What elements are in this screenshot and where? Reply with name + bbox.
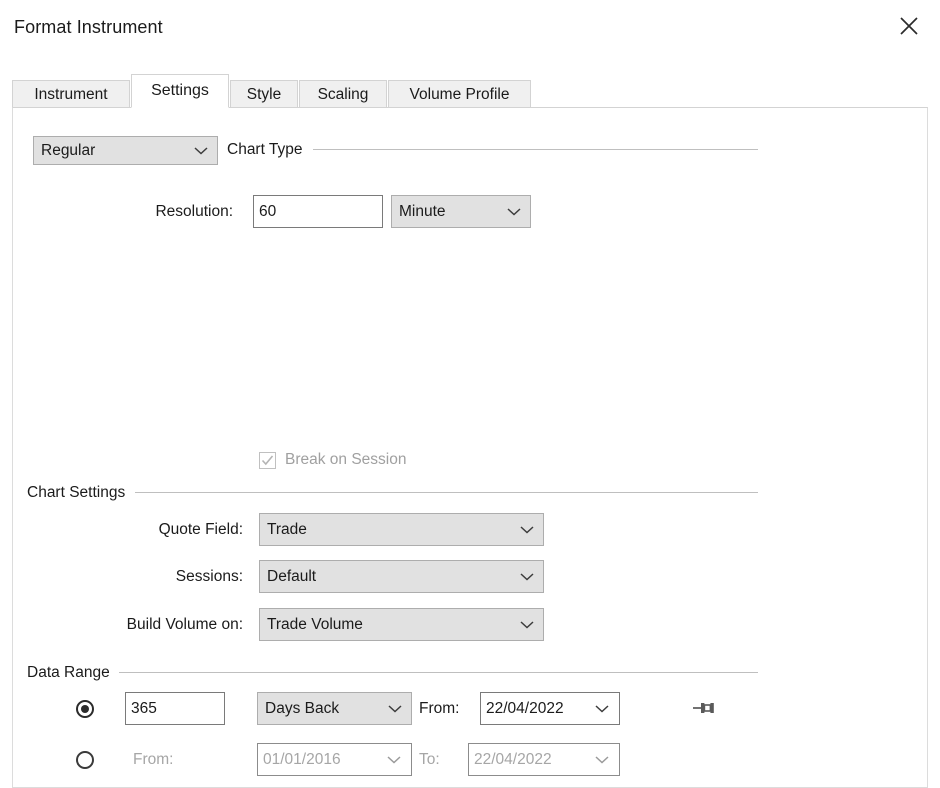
quote-field-label: Quote Field: — [63, 521, 243, 539]
chart-settings-group-label: Chart Settings — [27, 484, 132, 502]
tab-settings[interactable]: Settings — [131, 74, 229, 108]
settings-tab-panel: Chart Type Regular Resolution: 60 Minute… — [12, 107, 928, 788]
row2-to-date-value: 22/04/2022 — [474, 751, 552, 769]
data-range-group-line — [119, 672, 758, 673]
chart-settings-group-line — [135, 492, 758, 493]
sessions-label: Sessions: — [63, 568, 243, 586]
resolution-unit-select[interactable]: Minute — [391, 195, 531, 228]
resolution-value: 60 — [259, 203, 276, 221]
row2-to-date-select[interactable]: 22/04/2022 — [468, 743, 620, 776]
chevron-down-icon — [595, 755, 609, 764]
quote-field-value: Trade — [267, 521, 307, 539]
build-volume-on-value: Trade Volume — [267, 616, 363, 634]
data-range-date-range-radio[interactable] — [76, 751, 94, 769]
close-button[interactable] — [878, 0, 940, 52]
resolution-label: Resolution: — [63, 203, 233, 221]
days-back-input[interactable]: 365 — [125, 692, 225, 725]
resolution-unit-value: Minute — [399, 203, 446, 221]
tab-instrument[interactable]: Instrument — [12, 80, 130, 108]
check-icon — [261, 454, 274, 467]
quote-field-select[interactable]: Trade — [259, 513, 544, 546]
chevron-down-icon — [520, 620, 534, 629]
tab-label: Style — [247, 86, 281, 104]
tab-strip: Instrument Settings Style Scaling Volume… — [12, 74, 928, 108]
tab-volume-profile[interactable]: Volume Profile — [388, 80, 531, 108]
chevron-down-icon — [388, 704, 402, 713]
row2-to-label: To: — [419, 751, 440, 769]
chart-type-group-label: Chart Type — [227, 141, 310, 159]
sessions-select[interactable]: Default — [259, 560, 544, 593]
build-volume-on-label: Build Volume on: — [53, 616, 243, 634]
checkbox-box — [259, 452, 276, 469]
row2-from-date-select[interactable]: 01/01/2016 — [257, 743, 412, 776]
close-icon — [898, 15, 920, 37]
chevron-down-icon — [520, 572, 534, 581]
tab-scaling[interactable]: Scaling — [299, 80, 387, 108]
row2-from-label: From: — [133, 751, 173, 769]
data-range-mode-value: Days Back — [265, 700, 339, 718]
break-on-session-label: Break on Session — [285, 451, 407, 469]
build-volume-on-select[interactable]: Trade Volume — [259, 608, 544, 641]
row1-from-date-value: 22/04/2022 — [486, 700, 564, 718]
data-range-days-back-radio[interactable] — [76, 700, 94, 718]
tab-label: Volume Profile — [410, 86, 510, 104]
data-range-mode-select[interactable]: Days Back — [257, 692, 412, 725]
page-title: Format Instrument — [14, 17, 163, 38]
tab-label: Scaling — [318, 86, 369, 104]
break-on-session-checkbox[interactable]: Break on Session — [259, 451, 407, 469]
data-range-group-label: Data Range — [27, 664, 117, 682]
tab-label: Instrument — [34, 86, 107, 104]
chevron-down-icon — [507, 207, 521, 216]
row1-from-date-select[interactable]: 22/04/2022 — [480, 692, 620, 725]
tab-style[interactable]: Style — [230, 80, 298, 108]
tab-label: Settings — [151, 82, 209, 100]
row1-from-label: From: — [419, 700, 459, 718]
sessions-value: Default — [267, 568, 316, 586]
chart-type-group-line — [313, 149, 758, 150]
pin-icon[interactable] — [692, 700, 718, 716]
chart-type-select[interactable]: Regular — [33, 136, 218, 165]
row2-from-date-value: 01/01/2016 — [263, 751, 341, 769]
chevron-down-icon — [387, 755, 401, 764]
chevron-down-icon — [194, 146, 208, 155]
days-back-value: 365 — [131, 700, 157, 718]
title-bar: Format Instrument — [0, 0, 940, 58]
chevron-down-icon — [520, 525, 534, 534]
resolution-input[interactable]: 60 — [253, 195, 383, 228]
chart-type-value: Regular — [41, 142, 95, 160]
chevron-down-icon — [595, 704, 609, 713]
